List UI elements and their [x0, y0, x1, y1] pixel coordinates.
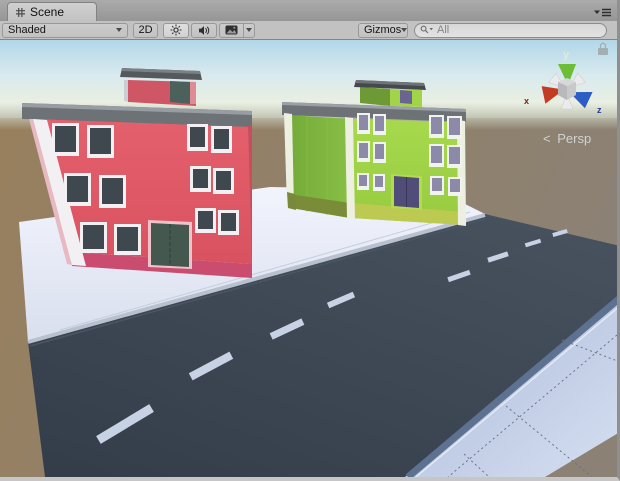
- search-icon: [420, 25, 434, 35]
- persp-label: Persp: [557, 131, 591, 146]
- scene-toolbar: Shaded 2D: [0, 21, 617, 40]
- persp-toggle[interactable]: < Persp: [543, 131, 591, 146]
- scene-search-field[interactable]: All: [414, 23, 607, 38]
- gizmos-dropdown[interactable]: Gizmos: [358, 23, 408, 38]
- axis-x-label: x: [524, 96, 529, 106]
- lighting-toggle-button[interactable]: [163, 23, 189, 38]
- audio-toggle-button[interactable]: [191, 23, 217, 38]
- search-value: All: [437, 24, 449, 36]
- red-penthouse-edge: [190, 82, 196, 104]
- effects-icon: [220, 24, 243, 37]
- axis-z-label: z: [597, 105, 602, 115]
- persp-arrow-icon: <: [543, 131, 551, 146]
- sun-icon: [170, 24, 182, 36]
- gizmos-label: Gizmos: [364, 24, 401, 36]
- shading-mode-label: Shaded: [8, 24, 46, 36]
- effects-toggle-button[interactable]: [219, 23, 255, 38]
- green-penthouse-door: [400, 90, 412, 104]
- axis-y-label: y: [563, 49, 570, 61]
- effects-dropdown-arrow[interactable]: [243, 24, 254, 37]
- tab-bar: Scene: [0, 0, 617, 21]
- scene-panel: Scene Shaded 2D: [0, 0, 620, 481]
- scene-canvas: y x z < Persp: [0, 40, 617, 477]
- tab-label: Scene: [30, 5, 64, 19]
- toggle-2d-label: 2D: [138, 24, 152, 36]
- scene-viewport[interactable]: y x z < Persp: [0, 40, 617, 477]
- toggle-2d-button[interactable]: 2D: [133, 23, 158, 38]
- grid-icon: [15, 7, 26, 18]
- shading-mode-dropdown[interactable]: Shaded: [2, 23, 128, 38]
- dropdown-arrow-icon: [401, 28, 407, 32]
- green-penthouse-left: [360, 87, 390, 106]
- audio-icon: [198, 25, 210, 36]
- tab-scene[interactable]: Scene: [7, 2, 97, 21]
- green-pillar-base: [287, 192, 296, 210]
- dropdown-arrow-icon: [116, 28, 122, 32]
- red-penthouse-door: [170, 81, 190, 104]
- panel-menu-icon[interactable]: [594, 8, 612, 18]
